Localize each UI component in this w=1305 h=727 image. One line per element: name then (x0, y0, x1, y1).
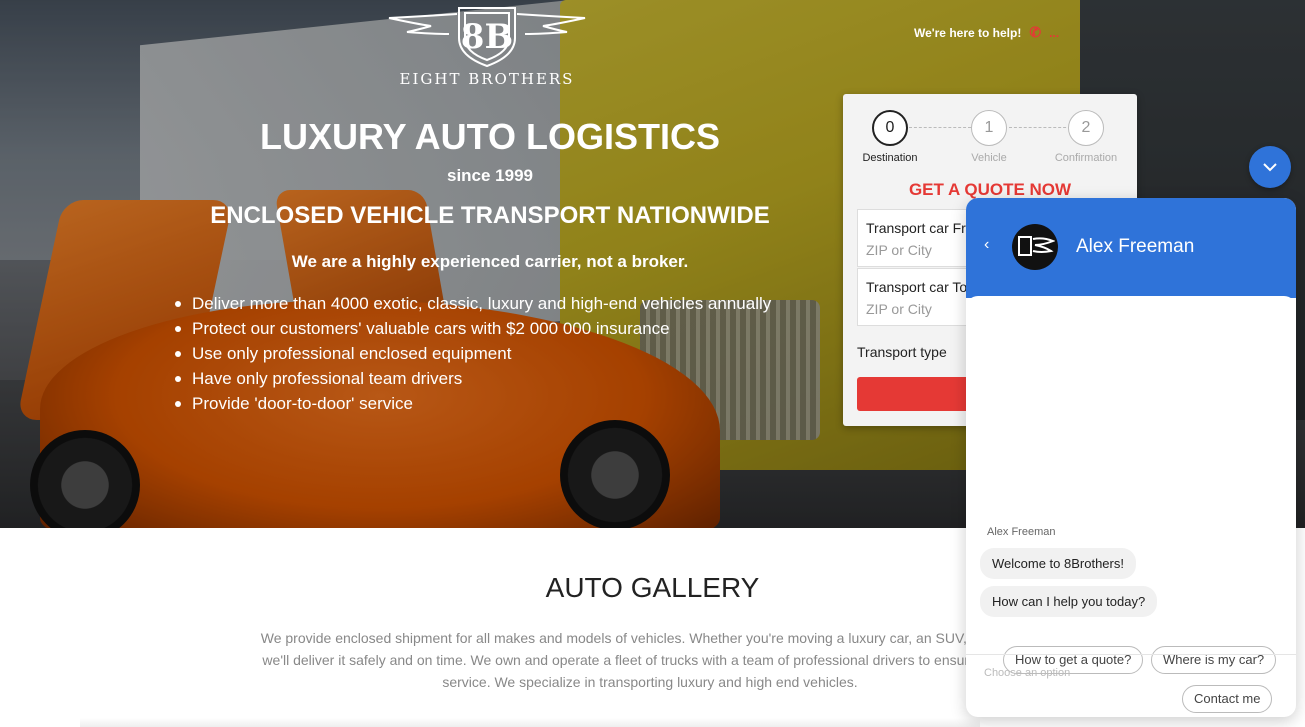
hero-bullet-list: Deliver more than 4000 exotic, classic, … (174, 293, 771, 418)
section-divider (80, 718, 980, 727)
chat-widget: ‹ Alex Freeman Alex Freeman Welcome to 8… (966, 198, 1296, 717)
chevron-down-icon (1263, 163, 1277, 172)
hero-title: LUXURY AUTO LOGISTICS (259, 116, 721, 157)
step-number: 1 (971, 110, 1007, 146)
step-label: Vehicle (971, 152, 1007, 164)
step-confirmation[interactable]: 2 Confirmation (1041, 110, 1131, 164)
step-number: 2 (1068, 110, 1104, 146)
chat-input[interactable]: Choose an option (966, 654, 1296, 717)
brand-logo[interactable]: 8B EIGHT BROTHERS (387, 4, 587, 94)
brand-name: EIGHT BROTHERS (399, 70, 575, 88)
hero-carrier-line: We are a highly experienced carrier, not… (291, 252, 689, 271)
help-text: We're here to help! (914, 25, 1022, 40)
winged-shield-logo-icon: 8B (388, 7, 586, 68)
step-destination[interactable]: 0 Destination (845, 110, 935, 164)
quote-heading: GET A QUOTE NOW (908, 180, 1072, 199)
list-item: Provide 'door-to-door' service (174, 393, 771, 418)
list-item: Have only professional team drivers (174, 368, 771, 393)
chat-messages: Alex Freeman Welcome to 8Brothers! How c… (966, 296, 1296, 713)
help-contact[interactable]: We're here to help! ✆ ... (914, 24, 1059, 41)
step-number: 0 (872, 110, 908, 146)
step-label: Destination (862, 152, 918, 164)
agent-name: Alex Freeman (1076, 236, 1195, 257)
chat-minimize-button[interactable] (1249, 146, 1291, 188)
step-vehicle[interactable]: 1 Vehicle (944, 110, 1034, 164)
help-phone[interactable]: ... (1049, 26, 1059, 40)
chat-message: Welcome to 8Brothers! (980, 548, 1136, 579)
hero-since: since 1999 (446, 166, 533, 185)
list-item: Use only professional enclosed equipment (174, 343, 771, 368)
step-label: Confirmation (1054, 152, 1118, 164)
list-item: Protect our customers' valuable cars wit… (174, 318, 771, 343)
quote-steps: 0 Destination 1 Vehicle 2 Confirmation (843, 110, 1137, 170)
transport-type-label: Transport type (857, 344, 947, 360)
svg-text:8B: 8B (461, 17, 513, 57)
hero-subtitle: ENCLOSED VEHICLE TRANSPORT NATIONWIDE (210, 202, 770, 229)
list-item: Deliver more than 4000 exotic, classic, … (174, 293, 771, 318)
chat-message: How can I help you today? (980, 586, 1158, 617)
back-icon[interactable]: ‹ (984, 236, 989, 254)
chat-header: ‹ Alex Freeman (966, 198, 1296, 298)
brand-avatar-icon (1018, 236, 1055, 256)
agent-avatar (1012, 224, 1058, 270)
message-sender: Alex Freeman (987, 526, 1056, 538)
phone-icon: ✆ (1029, 24, 1042, 40)
